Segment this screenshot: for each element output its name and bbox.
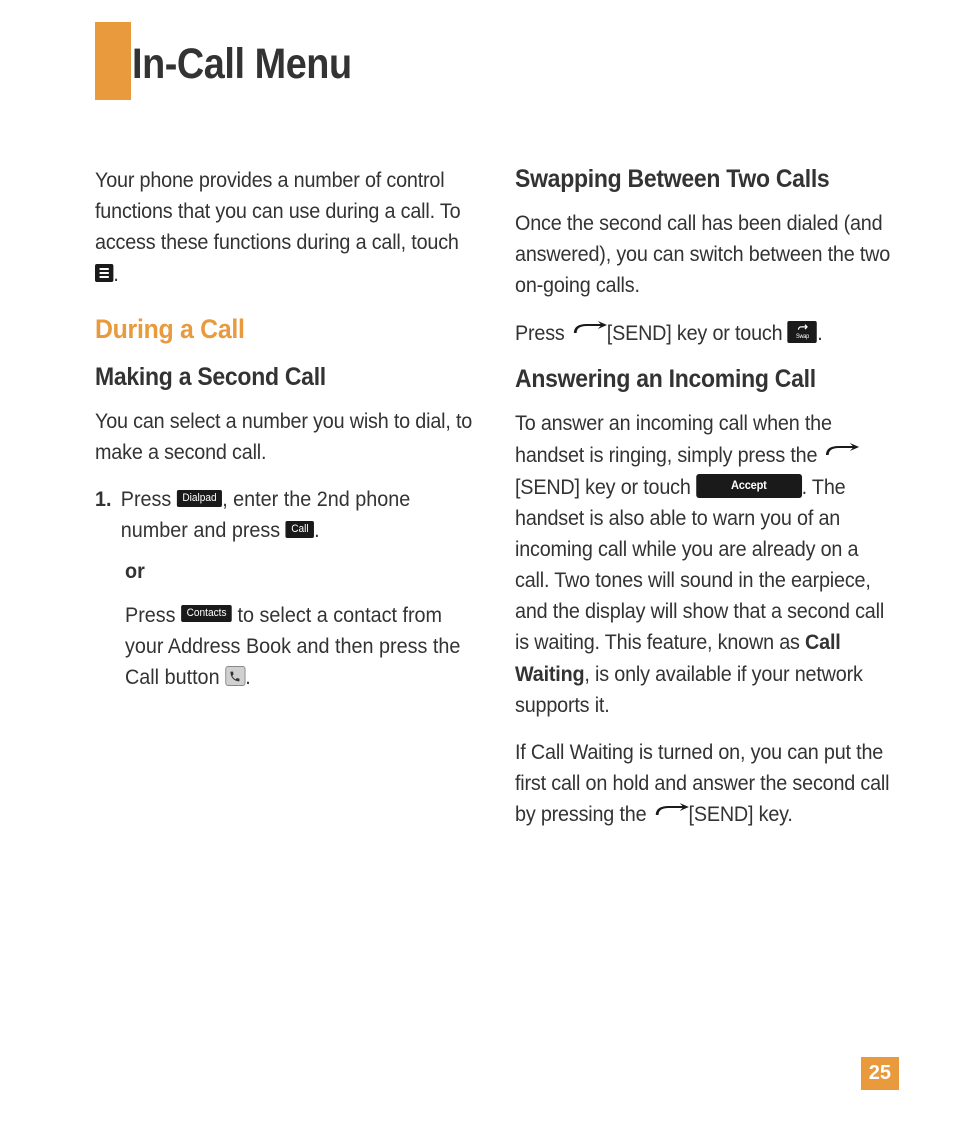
contacts-button-icon: Contacts bbox=[181, 605, 232, 622]
right-column: Swapping Between Two Calls Once the seco… bbox=[515, 165, 895, 847]
swap-label: Swap bbox=[795, 334, 808, 340]
swap-button-icon: Swap bbox=[787, 321, 816, 343]
swapping-press-line: Press [SEND] key or touch Swap. bbox=[515, 318, 896, 350]
second-call-intro: You can select a number you wish to dial… bbox=[95, 406, 476, 468]
intro-paragraph: Your phone provides a number of control … bbox=[95, 165, 476, 290]
step-body: Press Dialpad, enter the 2nd phone numbe… bbox=[121, 484, 476, 546]
menu-icon bbox=[95, 264, 113, 282]
ans-text-b: [SEND] key or touch bbox=[515, 475, 696, 499]
step1-text-c: . bbox=[314, 518, 320, 542]
left-column: Your phone provides a number of control … bbox=[95, 165, 475, 847]
intro-text-b: . bbox=[113, 262, 118, 286]
press-text-a: Press bbox=[515, 321, 570, 345]
call-button-icon: Call bbox=[286, 521, 314, 538]
subheading-second-call: Making a Second Call bbox=[95, 363, 444, 392]
content-columns: Your phone provides a number of control … bbox=[95, 165, 894, 847]
phone-key-icon bbox=[225, 666, 245, 686]
step2-text-c: . bbox=[245, 665, 251, 689]
subheading-answering: Answering an Incoming Call bbox=[515, 365, 864, 394]
send-key-icon-2 bbox=[822, 437, 859, 468]
accept-button-icon: Accept bbox=[696, 474, 802, 497]
dialpad-button-icon: Dialpad bbox=[177, 490, 222, 507]
step-1: 1. Press Dialpad, enter the 2nd phone nu… bbox=[95, 484, 476, 546]
subheading-swapping: Swapping Between Two Calls bbox=[515, 165, 864, 194]
press-text-c: . bbox=[817, 321, 822, 345]
send-key-icon bbox=[569, 315, 606, 346]
page-number: 25 bbox=[861, 1057, 899, 1090]
or-separator: or bbox=[125, 556, 481, 587]
cw2-text-b: [SEND] key. bbox=[688, 802, 792, 826]
page-title: In-Call Menu bbox=[132, 40, 352, 89]
intro-text-a: Your phone provides a number of control … bbox=[95, 168, 460, 254]
send-label: [SEND] key or touch bbox=[606, 321, 787, 345]
step-1-alt: Press Contacts to select a contact from … bbox=[125, 600, 481, 694]
swapping-paragraph: Once the second call has been dialed (an… bbox=[515, 208, 896, 302]
step2-text-a: Press bbox=[125, 603, 181, 627]
answering-paragraph-1: To answer an incoming call when the hand… bbox=[515, 408, 896, 720]
header-accent-bar bbox=[95, 22, 131, 100]
step-number: 1. bbox=[95, 484, 113, 546]
send-key-icon-3 bbox=[651, 797, 688, 828]
ans-text-a: To answer an incoming call when the hand… bbox=[515, 411, 832, 466]
step1-text-a: Press bbox=[121, 487, 177, 511]
ans-text-c: . The handset is also able to warn you o… bbox=[515, 475, 884, 655]
section-heading-during-call: During a Call bbox=[95, 314, 444, 345]
answering-paragraph-2: If Call Waiting is turned on, you can pu… bbox=[515, 737, 896, 831]
